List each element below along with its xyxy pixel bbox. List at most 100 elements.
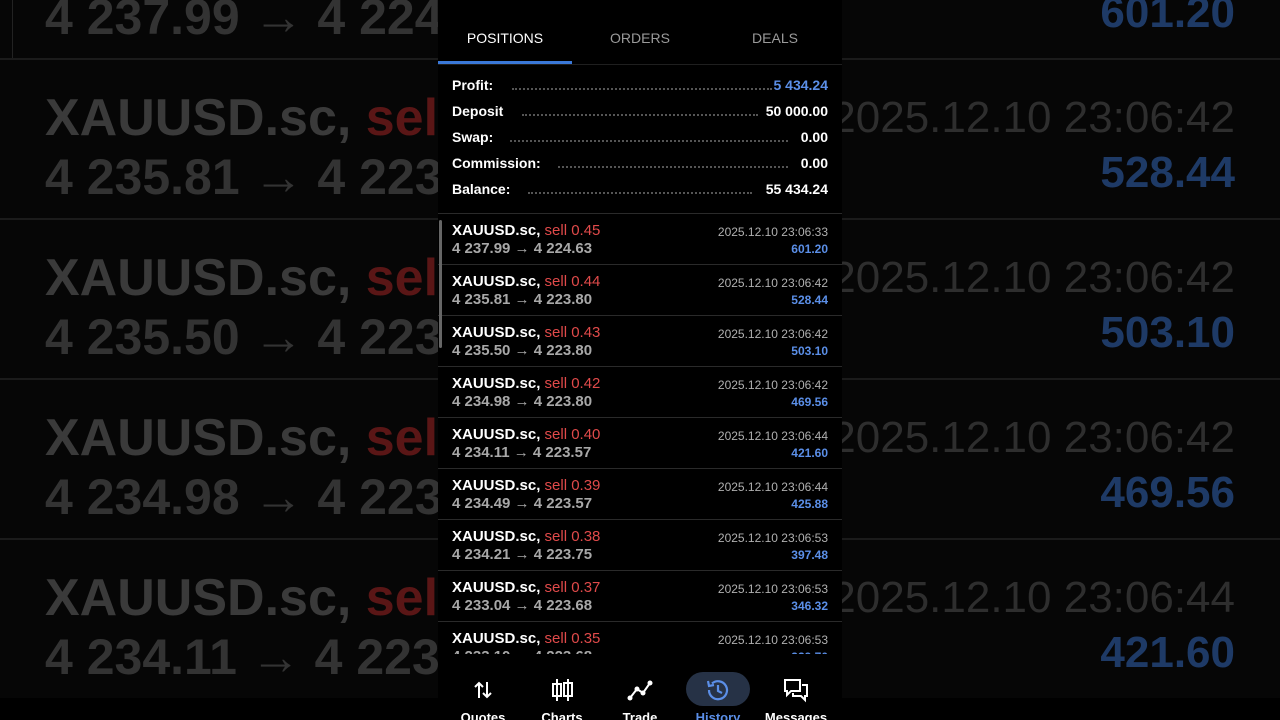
bg-prices: 4 235.81 → 4 223.8: [45, 149, 485, 205]
tab-deals[interactable]: DEALS: [708, 30, 842, 46]
position-time: 2025.12.10 23:06:53: [717, 582, 828, 596]
position-symbol: XAUUSD.sc,: [452, 579, 541, 596]
nav-trade[interactable]: Trade: [600, 654, 680, 720]
position-side: sell 0.45: [544, 222, 601, 239]
commission-label: Commission:: [452, 155, 541, 171]
nav-quotes[interactable]: Quotes: [443, 654, 523, 720]
position-time: 2025.12.10 23:06:33: [717, 225, 828, 239]
position-prices: 4 234.49 → 4 223.57: [452, 495, 593, 512]
nav-messages-label: Messages: [764, 710, 828, 720]
swap-label: Swap:: [452, 129, 494, 145]
position-prices: 4 234.21 → 4 223.75: [452, 546, 593, 563]
position-profit: 469.56: [791, 395, 828, 409]
bg-profit: 528.44: [1100, 148, 1235, 197]
bg-prices: 4 234.11 → 4 223.5: [45, 629, 482, 685]
position-side: sell 0.40: [544, 426, 601, 443]
position-title: XAUUSD.sc, sell 0.44: [452, 273, 600, 290]
position-row[interactable]: XAUUSD.sc, sell 0.45 4 237.99 → 4 224.63 2…: [438, 214, 842, 265]
bg-time: 2025.12.10 23:06:42: [831, 413, 1235, 462]
summary-balance-row: Balance: 55 434.24: [438, 178, 842, 204]
position-row[interactable]: XAUUSD.sc, sell 0.354 233.10 → 4 223.682…: [438, 622, 842, 654]
bg-symbol: XAUUSD.sc,: [45, 569, 352, 627]
position-title: XAUUSD.sc, sell 0.37: [452, 579, 600, 596]
summary-deposit-row: Deposit 50 000.00: [438, 100, 842, 126]
position-side: sell 0.44: [544, 273, 601, 290]
position-row[interactable]: XAUUSD.sc, sell 0.38 4 234.21 → 4 223.75 2…: [438, 520, 842, 571]
dot-leader: [510, 140, 788, 142]
arrows-updown-icon: [474, 681, 492, 699]
position-symbol: XAUUSD.sc,: [452, 273, 541, 290]
position-side: sell 0.37: [544, 579, 601, 596]
nav-charts[interactable]: Charts: [522, 654, 602, 720]
position-time: 2025.12.10 23:06:42: [717, 327, 828, 341]
position-prices: 4 233.04 → 4 223.68: [452, 597, 593, 614]
dot-leader: [528, 192, 752, 194]
position-prices: 4 235.81 → 4 223.80: [452, 291, 593, 308]
profit-value: 5 434.24: [773, 77, 829, 93]
nav-messages[interactable]: Messages: [756, 654, 836, 720]
position-side: sell 0.42: [544, 375, 601, 392]
position-profit: 397.48: [791, 548, 828, 562]
summary-commission-row: Commission: 0.00: [438, 152, 842, 178]
position-prices: 4 235.50 → 4 223.80: [452, 342, 593, 359]
history-clock-icon: [706, 680, 729, 701]
history-screen: POSITIONS ORDERS DEALS Profit: 5 434.24 …: [438, 0, 842, 720]
position-profit: 601.20: [791, 242, 828, 256]
position-symbol: XAUUSD.sc,: [452, 630, 541, 647]
position-title: XAUUSD.sc, sell 0.38: [452, 528, 600, 545]
bg-profit: 421.60: [1100, 628, 1235, 677]
position-time: 2025.12.10 23:06:53: [717, 633, 828, 647]
position-row[interactable]: XAUUSD.sc, sell 0.42 4 234.98 → 4 223.80 2…: [438, 367, 842, 418]
commission-value: 0.00: [800, 155, 828, 171]
position-row[interactable]: XAUUSD.sc, sell 0.40 4 234.11 → 4 223.57 2…: [438, 418, 842, 469]
position-row[interactable]: XAUUSD.sc, sell 0.44 4 235.81 → 4 223.80 2…: [438, 265, 842, 316]
position-row[interactable]: XAUUSD.sc, sell 0.43 4 235.50 → 4 223.80 2…: [438, 316, 842, 367]
position-title: XAUUSD.sc, sell 0.39: [452, 477, 600, 494]
position-profit: 425.88: [791, 497, 828, 511]
position-symbol: XAUUSD.sc,: [452, 426, 541, 443]
position-title: XAUUSD.sc, sell 0.40: [452, 426, 600, 443]
nav-quotes-label: Quotes: [460, 710, 506, 720]
position-time: 2025.12.10 23:06:44: [717, 429, 828, 443]
bg-profit: 503.10: [1100, 308, 1235, 357]
bg-time: 2025.12.10 23:06:42: [831, 253, 1235, 302]
position-side: sell 0.39: [544, 477, 601, 494]
position-time: 2025.12.10 23:06:42: [717, 378, 828, 392]
candlestick-icon: [552, 679, 573, 701]
position-time: 2025.12.10 23:06:44: [717, 480, 828, 494]
position-prices: 4 234.11 → 4 223.57: [452, 444, 592, 461]
history-tabs: POSITIONS ORDERS DEALS: [438, 0, 842, 65]
nav-history[interactable]: History: [678, 654, 758, 720]
position-symbol: XAUUSD.sc,: [452, 528, 541, 545]
swap-value: 0.00: [800, 129, 828, 145]
position-row[interactable]: XAUUSD.sc, sell 0.37 4 233.04 → 4 223.68 2…: [438, 571, 842, 622]
bottom-navigation: Quotes Charts Trade History Messages: [438, 654, 842, 720]
position-title: XAUUSD.sc, sell 0.35: [452, 630, 600, 647]
position-title: XAUUSD.sc, sell 0.45: [452, 222, 600, 239]
nav-charts-label: Charts: [541, 710, 583, 720]
position-profit: 528.44: [791, 293, 828, 307]
position-symbol: XAUUSD.sc,: [452, 477, 541, 494]
bg-symbol: XAUUSD.sc,: [45, 409, 352, 467]
summary-swap-row: Swap: 0.00: [438, 126, 842, 152]
deposit-label: Deposit: [452, 103, 504, 119]
bg-profit: 469.56: [1100, 468, 1235, 517]
tab-orders[interactable]: ORDERS: [573, 30, 707, 46]
position-symbol: XAUUSD.sc,: [452, 324, 541, 341]
position-row[interactable]: XAUUSD.sc, sell 0.39 4 234.49 → 4 223.57 2…: [438, 469, 842, 520]
position-time: 2025.12.10 23:06:42: [717, 276, 828, 290]
list-scrollbar[interactable]: [439, 220, 442, 348]
balance-value: 55 434.24: [765, 181, 828, 197]
positions-list[interactable]: XAUUSD.sc, sell 0.45 4 237.99 → 4 224.63 2…: [438, 214, 842, 654]
dot-leader: [558, 166, 788, 168]
bg-symbol: XAUUSD.sc,: [45, 89, 352, 147]
bg-top-prices: 4 237.99 → 4 224.6: [45, 0, 485, 45]
position-profit: 346.32: [791, 599, 828, 613]
deposit-value: 50 000.00: [765, 103, 828, 119]
summary-profit-row: Profit: 5 434.24: [438, 74, 842, 100]
profit-label: Profit:: [452, 77, 494, 93]
trend-line-icon: [627, 680, 653, 701]
position-profit: 421.60: [791, 446, 828, 460]
account-summary: Profit: 5 434.24 Deposit 50 000.00 Swap:…: [438, 74, 842, 204]
tab-positions[interactable]: POSITIONS: [438, 30, 572, 46]
